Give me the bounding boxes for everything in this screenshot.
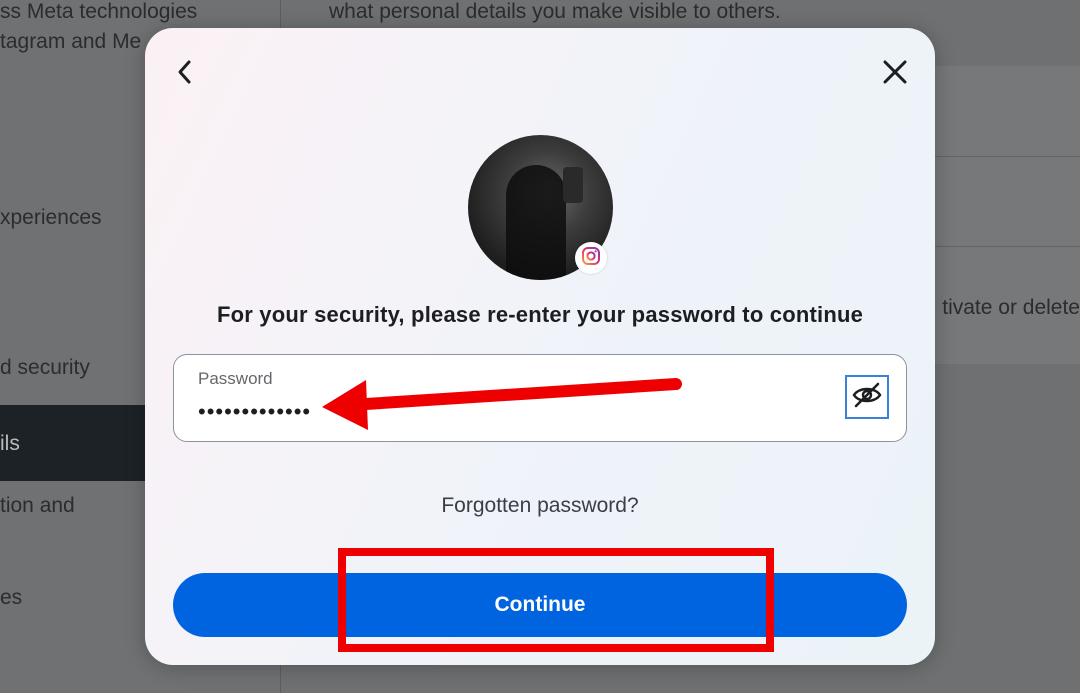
forgot-password-link[interactable]: Forgotten password? (145, 494, 935, 518)
back-button[interactable] (165, 54, 205, 94)
sidebar-text: ss Meta technologies (0, 0, 198, 23)
highlight-box-annotation (338, 548, 774, 652)
password-label: Password (198, 369, 273, 388)
instagram-icon (581, 246, 601, 271)
main-description: what personal details you make visible t… (329, 0, 781, 23)
dialog-heading: For your security, please re-enter your … (216, 302, 864, 327)
avatar-figure (506, 165, 566, 280)
sidebar-item[interactable]: es (0, 586, 22, 610)
instagram-badge (575, 242, 607, 274)
sidebar-item[interactable]: tion and (0, 494, 75, 518)
sidebar-text: tagram and Me (0, 30, 142, 53)
eye-off-icon (851, 382, 883, 413)
settings-row-label[interactable]: tivate or delete (942, 296, 1080, 320)
close-button[interactable] (875, 54, 915, 94)
sidebar-item[interactable]: d security (0, 356, 90, 380)
chevron-left-icon (174, 59, 196, 90)
sidebar-item[interactable]: xperiences (0, 206, 102, 230)
password-input[interactable]: ••••••••••••• (198, 399, 311, 425)
toggle-password-visibility-button[interactable] (845, 375, 889, 419)
sidebar-item-active-label: ils (0, 432, 20, 455)
red-arrow-annotation (322, 378, 682, 430)
avatar-phone (563, 167, 583, 203)
close-icon (882, 59, 908, 90)
